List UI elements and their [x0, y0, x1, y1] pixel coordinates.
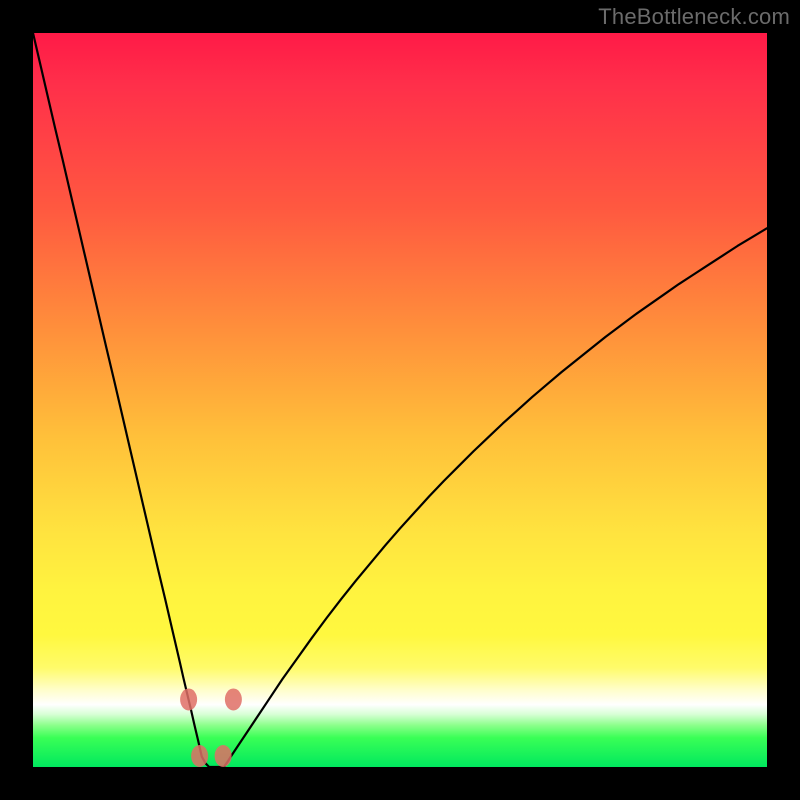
curve-layer [33, 33, 767, 767]
chart-frame: TheBottleneck.com [0, 0, 800, 800]
marker-dot [180, 688, 197, 710]
marker-dot [225, 688, 242, 710]
plot-area [33, 33, 767, 767]
watermark-text: TheBottleneck.com [598, 4, 790, 30]
marker-dot [191, 745, 208, 767]
marker-dot [215, 745, 232, 767]
bottleneck-curve [33, 33, 767, 767]
